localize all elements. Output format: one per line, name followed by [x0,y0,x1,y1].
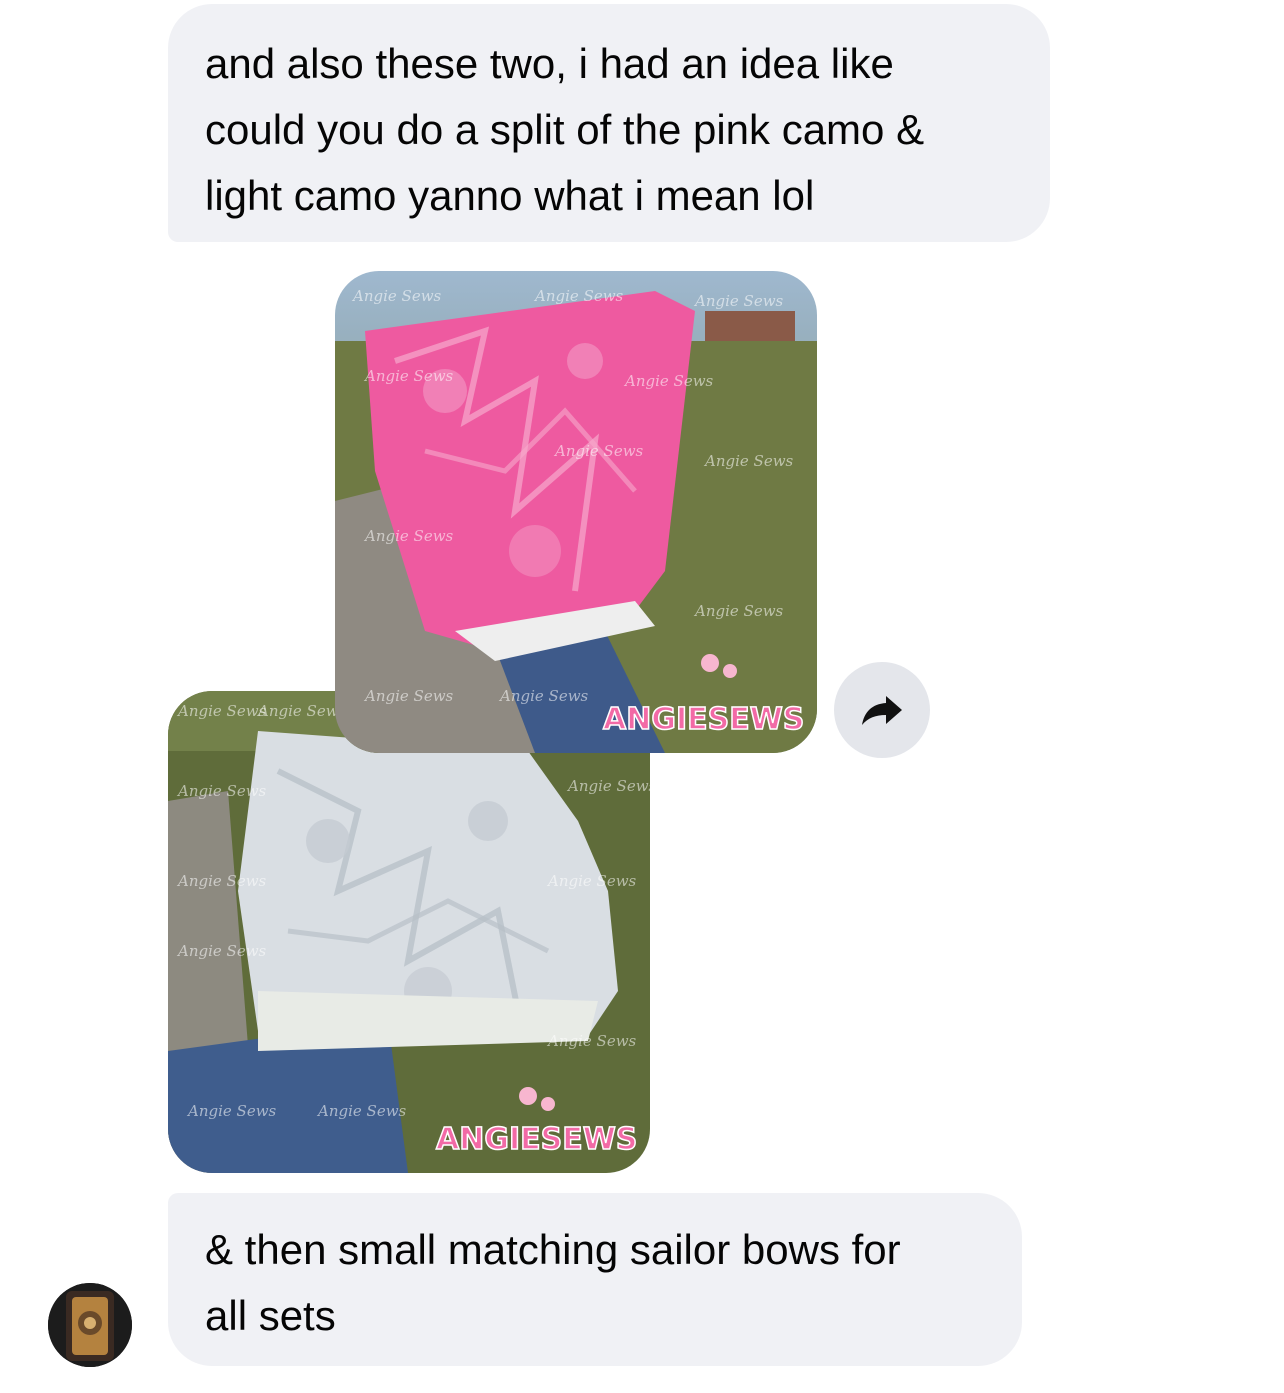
watermark-text: Angie Sews [363,367,454,385]
watermark-text: Angie Sews [176,702,267,720]
avatar-image [48,1283,132,1367]
chat-thread: and also these two, i had an idea like c… [0,0,1284,1393]
watermark-text: Angie Sews [546,872,637,890]
message-text-line: all sets [205,1292,336,1339]
watermark-text: Angie Sews [693,602,784,620]
watermark-text: Angie Sews [351,287,442,305]
watermark-text: Angie Sews [533,287,624,305]
photo-light-camo-fabric[interactable]: Angie Sews Angie Sews Angie Sews Angie S… [168,691,650,1173]
contact-avatar[interactable] [48,1283,132,1367]
message-text-line: & then small matching sailor bows for [205,1226,901,1273]
watermark-text: Angie Sews [498,687,589,705]
watermark-text: Angie Sews [363,687,454,705]
watermark-text: Angie Sews [316,1102,407,1120]
watermark-text: Angie Sews [176,782,267,800]
forward-button[interactable] [834,662,930,758]
watermark-text: Angie Sews [176,872,267,890]
message-bubble[interactable]: & then small matching sailor bows for al… [168,1193,1022,1366]
watermark-text: Angie Sews [363,527,454,545]
watermark-text: Angie Sews [546,1032,637,1050]
watermark-text: Angie Sews [256,702,347,720]
watermark-text: Angie Sews [186,1102,277,1120]
watermark-text: Angie Sews [703,452,794,470]
watermark-text: Angie Sews [623,372,714,390]
message-text-line: and also these two, i had an idea like [205,40,894,87]
photo-pink-camo-fabric[interactable]: Angie Sews Angie Sews Angie Sews Angie S… [335,271,817,753]
watermark-text: Angie Sews [176,942,267,960]
message-text-line: could you do a split of the pink camo & [205,106,925,153]
message-text-line: light camo yanno what i mean lol [205,172,815,219]
watermark-text: Angie Sews [566,777,650,795]
watermark-text: Angie Sews [553,442,644,460]
brand-logo-text: ANGIESEWS [603,702,804,737]
watermark-text: Angie Sews [693,292,784,310]
brand-logo-text: ANGIESEWS [436,1122,637,1157]
message-bubble[interactable]: and also these two, i had an idea like c… [168,4,1050,242]
forward-arrow-icon [862,696,902,725]
